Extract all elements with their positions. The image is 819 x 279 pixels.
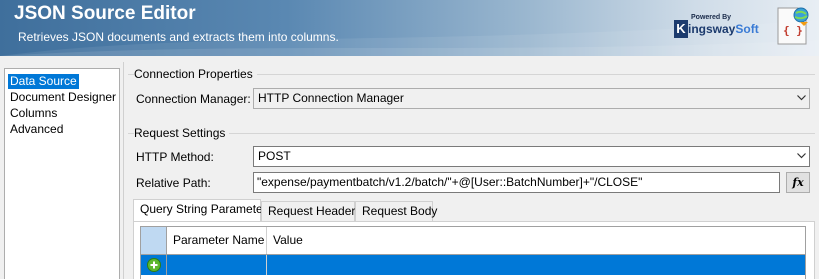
connection-properties-heading: Connection Properties: [134, 67, 257, 81]
relative-path-label: Relative Path:: [136, 176, 211, 190]
relative-path-input[interactable]: "expense/paymentbatch/v1.2/batch/"+@[Use…: [253, 172, 780, 193]
cell-value[interactable]: [267, 255, 805, 275]
chevron-down-icon: [797, 95, 806, 101]
row-header[interactable]: [141, 255, 167, 275]
page-navigation-list[interactable]: Data Source Document Designer Columns Ad…: [4, 68, 120, 279]
grid-header: Parameter Name Value: [141, 227, 805, 254]
connection-manager-label: Connection Manager:: [136, 92, 251, 106]
tab-request-body[interactable]: Request Body: [355, 201, 437, 221]
table-row[interactable]: [141, 254, 805, 275]
request-group-line: [128, 133, 815, 134]
column-header-parameter-name[interactable]: Parameter Name: [167, 227, 267, 254]
editor-title: JSON Source Editor: [14, 3, 196, 24]
request-settings-heading: Request Settings: [134, 126, 230, 140]
chevron-down-icon: [797, 153, 806, 159]
http-method-value: POST: [258, 149, 291, 163]
nav-item-data-source[interactable]: Data Source: [5, 73, 119, 89]
nav-item-advanced[interactable]: Advanced: [5, 121, 119, 137]
cell-parameter-name[interactable]: [167, 255, 267, 275]
panel-divider: [123, 62, 124, 279]
query-string-parameters-panel: Parameter Name Value: [133, 221, 815, 279]
add-row-icon[interactable]: [147, 258, 161, 272]
nav-item-columns[interactable]: Columns: [5, 105, 119, 121]
kingswaysoft-logo: Powered By K ingswaySoft: [674, 14, 762, 40]
tab-request-headers[interactable]: Request Headers: [261, 201, 361, 221]
editor-subtitle: Retrieves JSON documents and extracts th…: [18, 30, 339, 44]
json-document-icon: { }: [777, 7, 809, 45]
connection-manager-dropdown[interactable]: HTTP Connection Manager: [253, 88, 810, 109]
http-method-dropdown[interactable]: POST: [253, 146, 810, 167]
tab-query-string-parameters[interactable]: Query String Parameters: [133, 199, 273, 222]
svg-text:{ }: { }: [783, 24, 803, 37]
column-header-value[interactable]: Value: [267, 227, 805, 254]
connection-manager-value: HTTP Connection Manager: [258, 91, 404, 105]
nav-item-document-designer[interactable]: Document Designer: [5, 89, 119, 105]
editor-header: JSON Source Editor Retrieves JSON docume…: [0, 0, 819, 56]
http-method-label: HTTP Method:: [136, 150, 214, 164]
grid-corner-cell[interactable]: [141, 227, 167, 254]
parameters-grid[interactable]: Parameter Name Value: [140, 226, 806, 279]
expression-builder-button[interactable]: fx: [786, 172, 810, 193]
